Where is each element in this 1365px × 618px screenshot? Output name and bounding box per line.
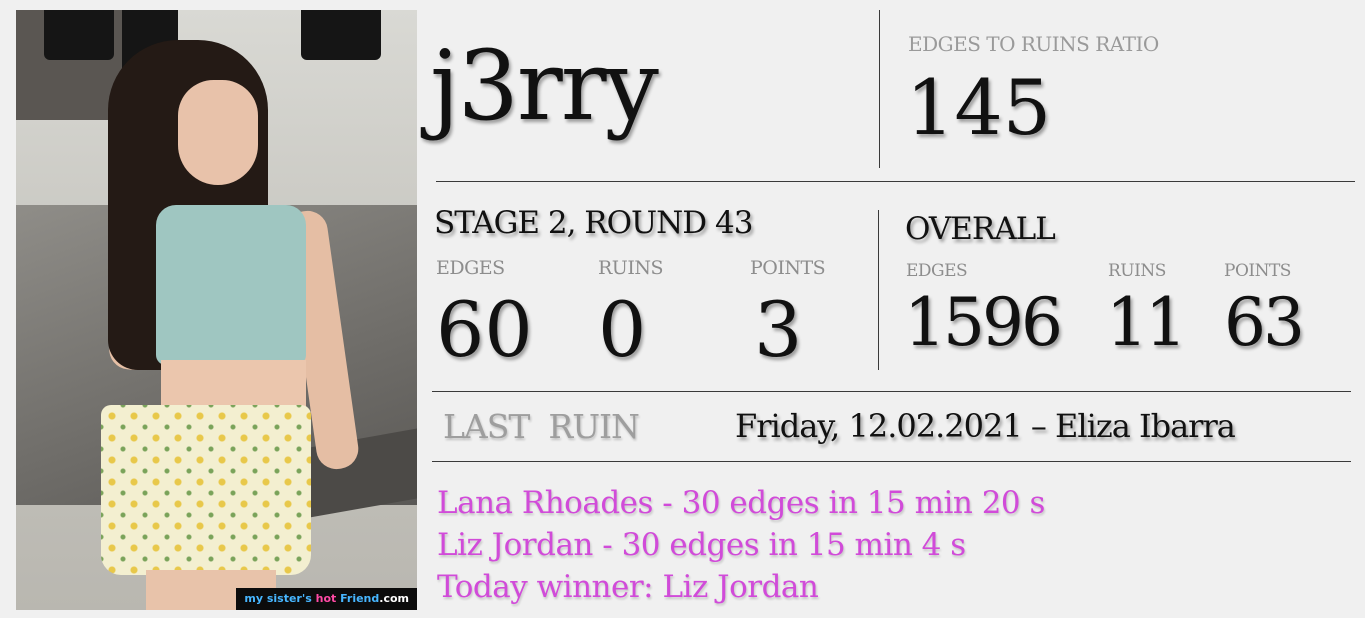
divider-vertical-middle (878, 210, 879, 370)
today-winner: Today winner: Liz Jordan (437, 569, 819, 605)
stage-edges-value: 60 (436, 285, 533, 374)
stage-ruins-value: 0 (598, 285, 647, 374)
watermark-prefix: my sister's (244, 592, 316, 605)
divider-horizontal-1 (436, 181, 1355, 182)
watermark-suffix: .com (379, 592, 409, 605)
result-line: Lana Rhoades - 30 edges in 15 min 20 s (437, 485, 1045, 521)
divider-horizontal-3 (432, 461, 1351, 462)
overall-ruins-value: 11 (1106, 284, 1187, 361)
site-watermark: my sister's hot Friend.com (236, 588, 417, 610)
player-name: j3rry (430, 30, 659, 142)
floral-skirt (101, 405, 311, 575)
divider-horizontal-2 (432, 391, 1351, 392)
overall-ruins-label: RUINS (1108, 261, 1166, 281)
ratio-value: 145 (906, 63, 1052, 152)
overall-points-label: POINTS (1224, 261, 1291, 281)
overall-edges-value: 1596 (904, 284, 1063, 361)
overall-points-value: 63 (1224, 284, 1305, 361)
last-ruin-label: LAST RUIN (443, 407, 640, 446)
watermark-middle: Friend (336, 592, 380, 605)
last-ruin-value: Friday, 12.02.2021 – Eliza Ibarra (735, 407, 1236, 445)
overall-title: OVERALL (905, 211, 1056, 247)
overall-edges-label: EDGES (906, 261, 968, 281)
stage-points-label: POINTS (750, 257, 826, 279)
watermark-highlight: hot (315, 592, 337, 605)
stage-edges-label: EDGES (436, 257, 505, 279)
ratio-label: EDGES TO RUINS RATIO (908, 32, 1159, 56)
stage-title: STAGE 2, ROUND 43 (434, 205, 753, 241)
stage-ruins-label: RUINS (598, 257, 663, 279)
divider-vertical-top (879, 10, 880, 168)
pendant-lamp-left (44, 10, 114, 60)
model-photo: my sister's hot Friend.com (16, 10, 417, 610)
result-line: Liz Jordan - 30 edges in 15 min 4 s (437, 527, 966, 563)
stage-points-value: 3 (754, 285, 803, 374)
tank-top (156, 205, 306, 365)
face (178, 80, 258, 185)
pendant-lamp-right (301, 10, 381, 60)
